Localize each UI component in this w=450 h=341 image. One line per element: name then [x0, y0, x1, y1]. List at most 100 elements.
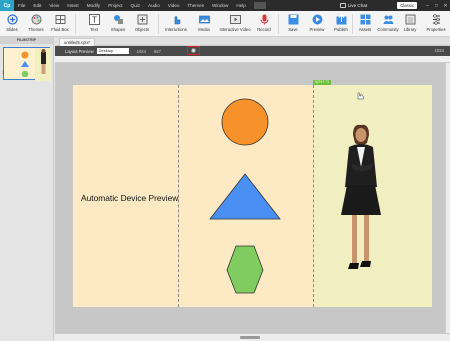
menu-help[interactable]: Help	[232, 3, 249, 8]
assets-icon	[360, 14, 371, 25]
publish-icon	[336, 14, 347, 25]
vertical-scrollbar[interactable]	[445, 63, 450, 333]
save-icon	[288, 14, 299, 25]
text-button[interactable]: T Text	[82, 13, 106, 35]
menu-view[interactable]: View	[45, 3, 63, 8]
text-label: Text	[90, 27, 98, 32]
green-hexagon-shape	[226, 245, 264, 294]
menu-modify[interactable]: Modify	[83, 3, 105, 8]
breakpoint-627[interactable]: 627	[154, 49, 161, 54]
svg-text:T: T	[92, 16, 97, 25]
menu-insert[interactable]: Insert	[63, 3, 83, 8]
menu-quiz[interactable]: Quiz	[127, 3, 144, 8]
app-logo: Cp	[0, 0, 14, 11]
maximize-icon[interactable]: □	[432, 3, 441, 9]
save-button[interactable]: Save	[281, 13, 305, 35]
breakpoint-1024[interactable]: 1024	[137, 49, 146, 54]
menu-themes[interactable]: Themes	[183, 3, 208, 8]
fluid-box-label: Fluid Box	[51, 27, 69, 32]
save-label: Save	[288, 27, 298, 32]
interactions-label: Interactions	[165, 27, 187, 32]
slide-thumbnail[interactable]	[3, 47, 51, 81]
shapes-label: Shapes	[110, 27, 126, 32]
media-button[interactable]: Media	[192, 13, 216, 35]
chat-icon	[339, 3, 346, 8]
scrollbar-thumb[interactable]	[240, 336, 260, 339]
slide-stage[interactable]: 627x7.71 Automatic Device Preview	[73, 80, 432, 307]
live-chat-label: Live Chat	[347, 3, 368, 8]
menu-audio[interactable]: Audio	[144, 3, 164, 8]
minimize-icon[interactable]: –	[423, 3, 432, 9]
live-chat-button[interactable]: Live Chat	[339, 3, 368, 8]
text-icon: T	[88, 14, 100, 25]
menu-edit[interactable]: Edit	[29, 3, 45, 8]
breakpoint-right-label: 1024	[434, 48, 444, 53]
slides-button[interactable]: Slides	[0, 13, 24, 35]
interactions-button[interactable]: Interactions	[164, 13, 188, 35]
stage-shapes	[209, 98, 381, 294]
preview-settings-button[interactable]	[187, 46, 200, 55]
menu-file[interactable]: File	[14, 3, 29, 8]
media-label: Media	[198, 27, 210, 32]
fluid-box-button[interactable]: Fluid Box	[48, 13, 72, 35]
preview-button[interactable]: Preview	[305, 13, 329, 35]
filmstrip-panel: FILMSTRIP 1	[0, 37, 54, 341]
horizontal-scrollbar[interactable]	[55, 333, 450, 341]
preview-label: Preview	[309, 27, 325, 32]
properties-icon	[431, 14, 442, 25]
orange-circle-shape	[221, 98, 269, 146]
add-slide-icon	[6, 14, 18, 25]
menu-bar: Cp File Edit View Insert Modify Project …	[0, 0, 450, 11]
toolbar-divider	[158, 14, 159, 34]
layout-preview-select[interactable]: Desktop	[96, 48, 129, 54]
media-icon	[198, 14, 210, 25]
horizontal-ruler	[55, 56, 450, 63]
record-label: Record	[257, 27, 271, 32]
document-tab[interactable]: untitled5.cptx*	[59, 38, 96, 46]
library-button[interactable]: Library	[398, 13, 422, 35]
community-label: Community	[377, 27, 399, 32]
library-label: Library	[403, 27, 417, 32]
filmstrip-header: FILMSTRIP	[0, 37, 53, 44]
document-indicator[interactable]	[253, 2, 266, 9]
shapes-button[interactable]: Shapes	[106, 13, 130, 35]
workspace-dropdown[interactable]: Classic	[397, 2, 417, 9]
blue-triangle-shape	[209, 173, 281, 220]
fluid-box-icon	[55, 14, 66, 25]
woman-character-image	[341, 124, 381, 269]
gear-icon	[191, 48, 196, 53]
menu-window[interactable]: Window	[208, 3, 232, 8]
themes-button[interactable]: Themes	[24, 13, 48, 35]
themes-label: Themes	[28, 27, 44, 32]
hand-pointer-icon	[171, 14, 182, 25]
main-toolbar: Slides Themes Fluid Box T Text Shapes Ob…	[0, 11, 450, 37]
record-button[interactable]: Record	[252, 13, 276, 35]
layout-preview-label: Layout Preview	[65, 48, 94, 54]
objects-icon	[137, 14, 148, 25]
objects-button[interactable]: Objects	[130, 13, 154, 35]
slide-number: 1	[2, 71, 5, 75]
properties-button[interactable]: Properties	[423, 13, 449, 35]
close-icon[interactable]: ✕	[441, 3, 450, 9]
document-tab-bar: untitled5.cptx*	[55, 37, 450, 46]
publish-label: Publish	[334, 27, 348, 32]
layout-preview-bar: Layout Preview Desktop 1024 627 1024	[55, 46, 450, 56]
menu-video[interactable]: Video	[164, 3, 184, 8]
interactive-video-button[interactable]: Interactive Video	[219, 13, 251, 35]
slides-label: Slides	[6, 27, 18, 32]
shapes-icon	[113, 14, 124, 25]
menu-project[interactable]: Project	[104, 3, 126, 8]
objects-label: Objects	[134, 27, 150, 32]
microphone-icon	[259, 14, 270, 25]
interactive-video-icon	[229, 14, 241, 25]
themes-icon	[31, 14, 42, 25]
assets-label: Assets	[358, 27, 372, 32]
hand-cursor-icon	[357, 92, 364, 100]
toolbar-divider	[278, 14, 279, 34]
toolbar-divider	[75, 14, 76, 34]
play-icon	[312, 14, 323, 25]
library-icon	[405, 14, 416, 25]
properties-label: Properties	[426, 27, 446, 32]
community-icon	[383, 14, 394, 25]
publish-button[interactable]: Publish	[329, 13, 353, 35]
